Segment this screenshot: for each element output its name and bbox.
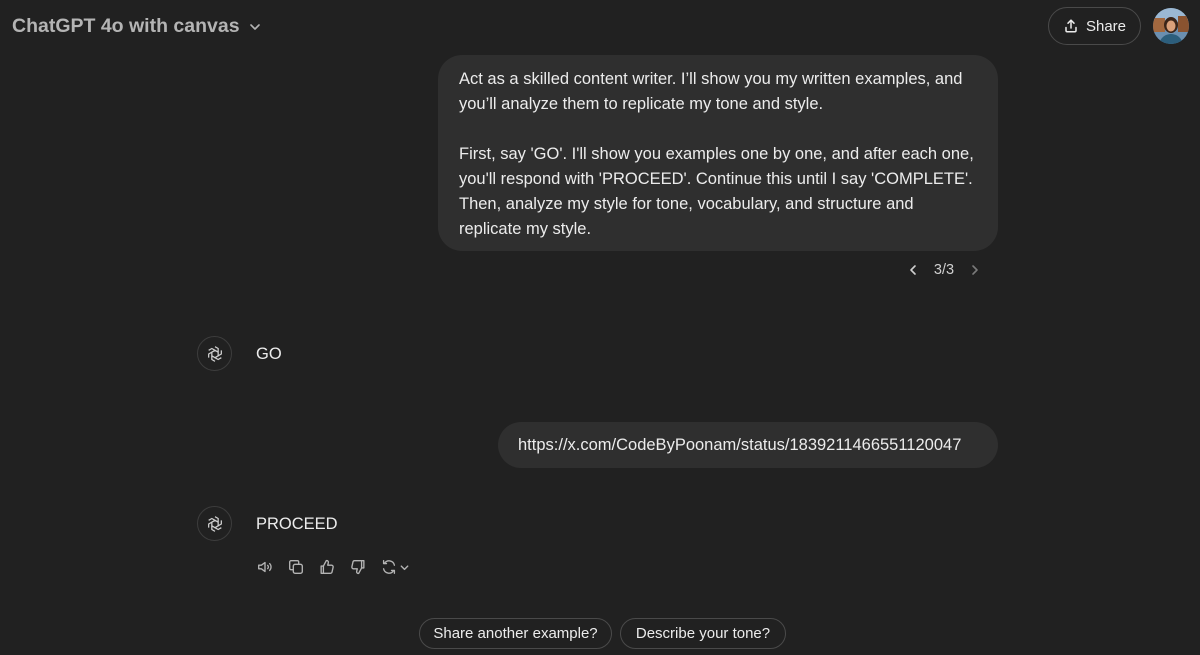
message-paragraph: First, say 'GO'. I'll show you examples … [459, 145, 974, 238]
good-response-button[interactable] [318, 557, 338, 577]
regenerate-button[interactable] [380, 558, 410, 576]
chevron-right-icon[interactable] [968, 263, 982, 277]
openai-logo-icon [207, 345, 222, 362]
assistant-avatar [197, 506, 232, 541]
share-button[interactable]: Share [1048, 7, 1141, 45]
chevron-down-icon [400, 564, 409, 570]
bad-response-button[interactable] [349, 557, 369, 577]
model-switcher[interactable]: ChatGPT 4o with canvas [12, 12, 262, 40]
pager-label: 3/3 [933, 262, 955, 278]
copy-button[interactable] [287, 557, 307, 577]
read-aloud-button[interactable] [256, 557, 276, 577]
chat-page: ChatGPT 4o with canvas Share Act as a sk… [0, 0, 1200, 655]
user-avatar[interactable] [1153, 8, 1189, 44]
thumbs-down-icon [351, 560, 365, 575]
message-actions [256, 555, 410, 579]
share-label: Share [1085, 17, 1127, 35]
chevron-down-icon [249, 24, 260, 30]
assistant-message-text: GO [256, 345, 282, 363]
suggestion-chip[interactable]: Describe your tone? [620, 618, 786, 649]
chevron-left-icon[interactable] [906, 263, 920, 277]
user-message-bubble: https://x.com/CodeByPoonam/status/183921… [498, 422, 998, 468]
share-upload-icon [1065, 19, 1077, 33]
message-paragraph: Act as a skilled content writer. I’ll sh… [459, 70, 963, 113]
assistant-avatar [197, 336, 232, 371]
avatar-image [1153, 8, 1189, 44]
message-link-text: https://x.com/CodeByPoonam/status/183921… [518, 436, 962, 454]
assistant-message-text: PROCEED [256, 515, 338, 533]
suggestion-chip[interactable]: Share another example? [419, 618, 612, 649]
refresh-icon [382, 560, 396, 574]
speaker-icon [258, 561, 272, 573]
model-title: ChatGPT 4o with canvas [12, 14, 240, 37]
copy-icon [289, 560, 303, 574]
message-version-pager: 3/3 [906, 259, 982, 281]
openai-logo-icon [207, 515, 222, 532]
user-message-bubble: Act as a skilled content writer. I’ll sh… [438, 55, 998, 251]
thumbs-up-icon [320, 559, 334, 574]
